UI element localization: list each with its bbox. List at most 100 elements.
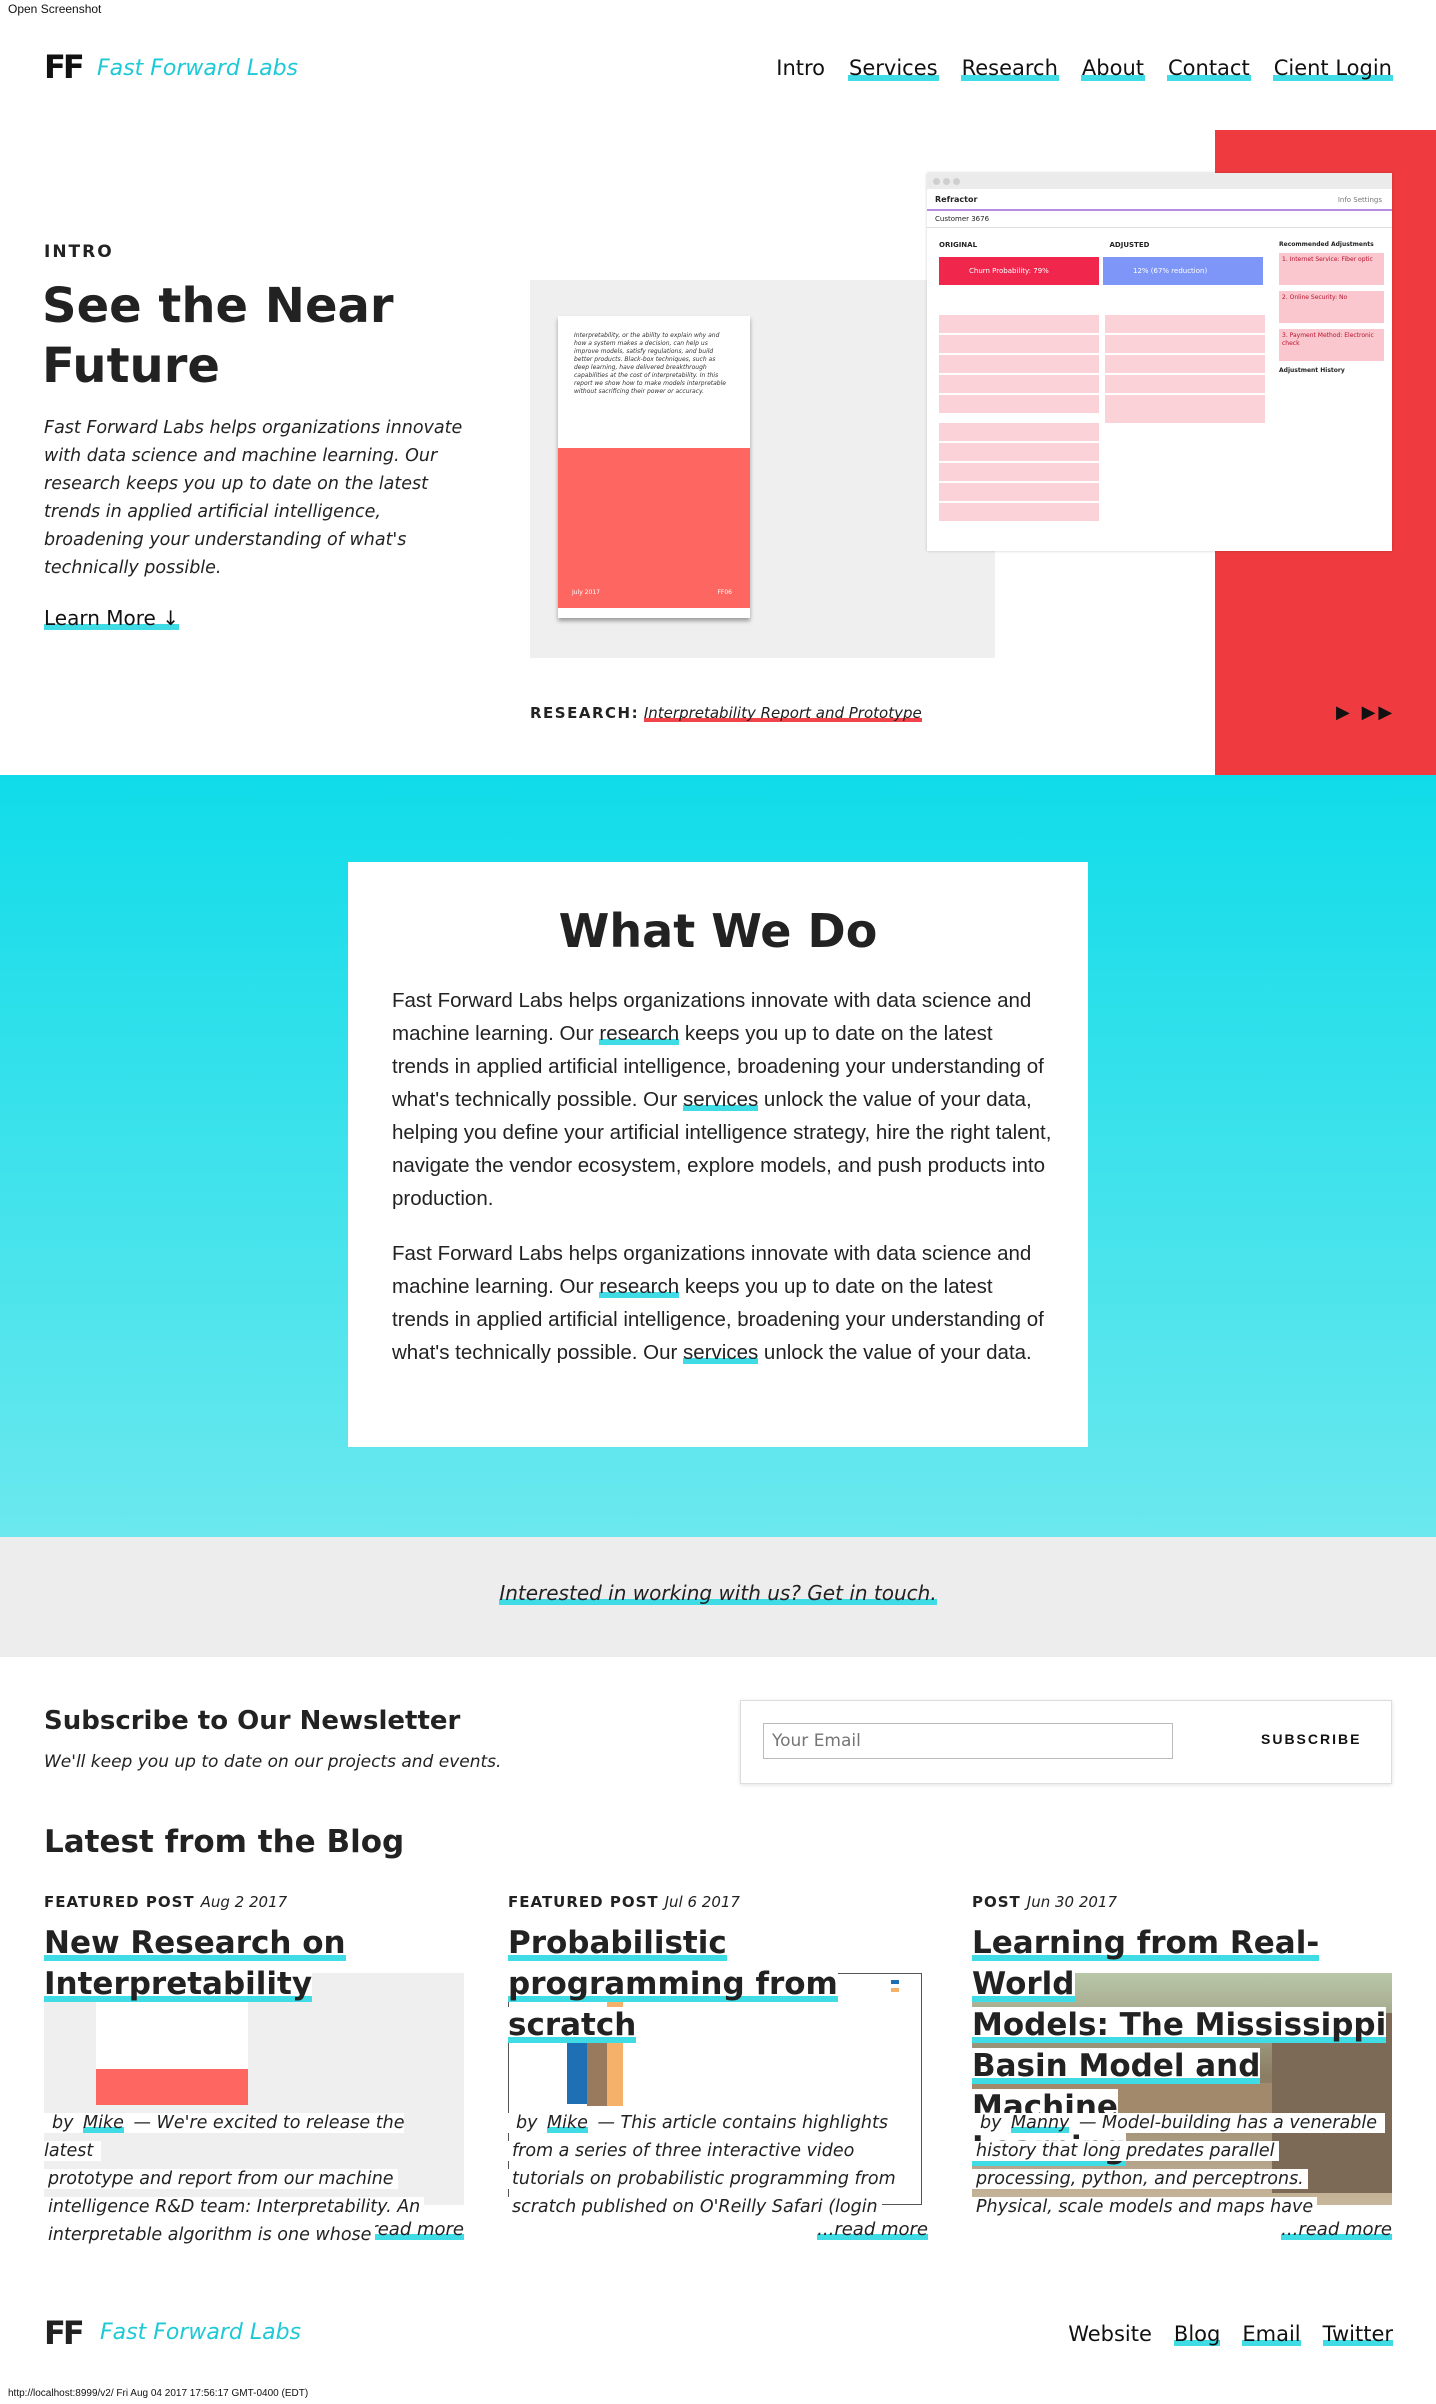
excerpt-line: — Model-building has a venerable xyxy=(1069,2113,1381,2133)
post-excerpt: by Manny — Model-building has a venerabl… xyxy=(972,2109,1392,2221)
excerpt-line: interpretable algorithm is one whose xyxy=(44,2225,376,2245)
what-we-do-title: What We Do xyxy=(558,904,878,958)
footer-logo-text[interactable]: Fast Forward Labs xyxy=(100,2320,301,2345)
services-link[interactable]: services xyxy=(683,1088,759,1111)
col-original: ORIGINAL xyxy=(939,241,978,249)
contact-band: Interested in working with us? Get in to… xyxy=(0,1537,1436,1657)
byline-prefix: by xyxy=(512,2113,548,2133)
author-link[interactable]: Mike xyxy=(83,2113,124,2133)
nav-services[interactable]: Services xyxy=(848,56,939,81)
post-date: Aug 2 2017 xyxy=(200,1893,288,1911)
read-more-link[interactable]: ...read more xyxy=(1281,2219,1392,2240)
post-type: POST xyxy=(972,1893,1021,1911)
what-we-do-card: What We Do Fast Forward Labs helps organ… xyxy=(348,862,1088,1447)
post-meta: FEATURED POST Jul 6 2017 xyxy=(508,1893,928,1911)
footer-blog-link[interactable]: Blog xyxy=(1173,2322,1221,2346)
blog-heading: Latest from the Blog xyxy=(44,1824,405,1860)
footer-logo-mark[interactable]: FF xyxy=(44,2314,85,2352)
recommendation-card[interactable]: 2. Online Security: No xyxy=(1279,291,1384,323)
research-caption: RESEARCH: Interpretability Report and Pr… xyxy=(530,704,922,722)
side-title: Recommended Adjustments xyxy=(1279,241,1374,248)
nav-contact[interactable]: Contact xyxy=(1167,56,1251,81)
newsletter-title: Subscribe to Our Newsletter xyxy=(44,1706,461,1736)
excerpt-line: Physical, scale models and maps have xyxy=(972,2197,1318,2217)
nav-research[interactable]: Research xyxy=(960,56,1059,81)
research-link[interactable]: Interpretability Report and Prototype xyxy=(643,704,922,722)
post-title-line: Probabilistic xyxy=(508,1925,727,1961)
url-caption: http://localhost:8999/v2/ Fri Aug 04 201… xyxy=(8,2388,309,2399)
post-meta: POST Jun 30 2017 xyxy=(972,1893,1392,1911)
post-title-link[interactable]: Probabilistic programming from scratch xyxy=(508,1923,928,2046)
churn-adjusted: 12% (67% reduction) xyxy=(1103,257,1263,285)
excerpt-line: history that long predates parallel xyxy=(972,2141,1279,2161)
footer-twitter-link[interactable]: Twitter xyxy=(1322,2322,1393,2346)
report-cover-color-block: July 2017 FF06 xyxy=(558,448,750,608)
newsletter-form: SUBSCRIBE xyxy=(740,1700,1392,1784)
recommendation-card[interactable]: 1. Internet Service: Fiber optic xyxy=(1279,253,1384,285)
report-cover[interactable]: Interpretability, or the ability to expl… xyxy=(558,316,750,618)
app-title: Refractor xyxy=(935,195,978,204)
research-link[interactable]: research xyxy=(599,1022,680,1045)
prototype-screenshot[interactable]: Refractor Info Settings Customer 3676 OR… xyxy=(927,173,1392,551)
excerpt-line: processing, python, and perceptrons. xyxy=(972,2169,1308,2189)
post-title-link[interactable]: New Research on Interpretability xyxy=(44,1923,464,2005)
screenshot-caption[interactable]: Open Screenshot xyxy=(8,2,101,16)
get-in-touch-link[interactable]: Interested in working with us? Get in to… xyxy=(499,1581,937,1605)
app-links: Info Settings xyxy=(1337,196,1382,204)
post-type: FEATURED POST xyxy=(508,1893,659,1911)
report-cover-date: July 2017 xyxy=(572,589,600,596)
post-title-line: New Research on xyxy=(44,1925,346,1961)
main-nav: Intro Services Research About Contact Ci… xyxy=(775,56,1393,81)
report-cover-id: FF06 xyxy=(717,589,732,596)
history-title: Adjustment History xyxy=(1279,367,1345,374)
report-cover-text: Interpretability, or the ability to expl… xyxy=(574,332,726,395)
post-title-line: Interpretability xyxy=(44,1966,313,2002)
byline-prefix: by xyxy=(976,2113,1012,2133)
nav-about[interactable]: About xyxy=(1080,56,1145,81)
byline-prefix: by xyxy=(48,2113,84,2133)
research-label: RESEARCH: xyxy=(530,704,640,722)
email-input[interactable] xyxy=(763,1723,1173,1759)
read-more-link[interactable]: ...read more xyxy=(817,2219,928,2240)
nav-client-login[interactable]: Cient Login xyxy=(1272,56,1393,81)
learn-more-link[interactable]: Learn More ↓ xyxy=(44,606,179,630)
newsletter-subtitle: We'll keep you up to date on our project… xyxy=(44,1752,502,1772)
customer-label: Customer 3676 xyxy=(927,211,1392,228)
post-meta: FEATURED POST Aug 2 2017 xyxy=(44,1893,464,1911)
post-date: Jun 30 2017 xyxy=(1026,1893,1118,1911)
blog-post: FEATURED POST Jul 6 2017 Probabilistic pr… xyxy=(508,1893,928,2253)
excerpt-line: intelligence R&D team: Interpretability.… xyxy=(44,2197,425,2217)
research-link[interactable]: research xyxy=(599,1275,680,1298)
what-we-do-paragraph: Fast Forward Labs helps organizations in… xyxy=(392,984,1052,1215)
services-link[interactable]: services xyxy=(683,1341,759,1364)
blog-post: FEATURED POST Aug 2 2017 New Research on … xyxy=(44,1893,464,2253)
post-title-line: scratch xyxy=(508,2007,637,2043)
blog-post: POST Jun 30 2017 Learning from Real-World… xyxy=(972,1893,1392,2253)
footer-email-link[interactable]: Email xyxy=(1242,2322,1301,2346)
post-title-line: Learning from Real-World xyxy=(972,1925,1320,2002)
nav-intro[interactable]: Intro xyxy=(775,56,826,81)
footer-website-link[interactable]: Website xyxy=(1068,2322,1152,2346)
post-title-line: Models: The Mississippi xyxy=(972,2007,1387,2043)
author-link[interactable]: Manny xyxy=(1011,2113,1070,2133)
author-link[interactable]: Mike xyxy=(547,2113,588,2133)
churn-original: Churn Probability: 79% xyxy=(939,257,1099,285)
window-titlebar xyxy=(927,173,1392,189)
carousel-controls-icon[interactable]: ▶ ▶▶ xyxy=(1336,702,1395,723)
post-excerpt: by Mike — We're excited to release the l… xyxy=(44,2109,464,2249)
logo-text[interactable]: Fast Forward Labs xyxy=(97,56,298,81)
feature-rows xyxy=(939,315,1265,523)
excerpt-line: scratch published on O'Reilly Safari (lo… xyxy=(508,2197,882,2217)
subscribe-button[interactable]: SUBSCRIBE xyxy=(1255,1731,1367,1751)
excerpt-line: from a series of three interactive video xyxy=(508,2141,859,2161)
footer-nav: Website Blog Email Twitter xyxy=(1068,2322,1393,2346)
what-we-do-paragraph: Fast Forward Labs helps organizations in… xyxy=(392,1237,1052,1369)
column-headers: ORIGINAL ADJUSTED xyxy=(939,241,1149,249)
excerpt-line: — This article contains highlights xyxy=(587,2113,893,2133)
hero-eyebrow: INTRO xyxy=(44,242,114,262)
hero-body: Fast Forward Labs helps organizations in… xyxy=(44,418,463,578)
excerpt-line: prototype and report from our machine xyxy=(44,2169,398,2189)
recommendation-card[interactable]: 3. Payment Method: Electronic check xyxy=(1279,329,1384,361)
hero-title: See the Near Future xyxy=(42,278,394,394)
logo-mark[interactable]: FF xyxy=(44,48,85,86)
